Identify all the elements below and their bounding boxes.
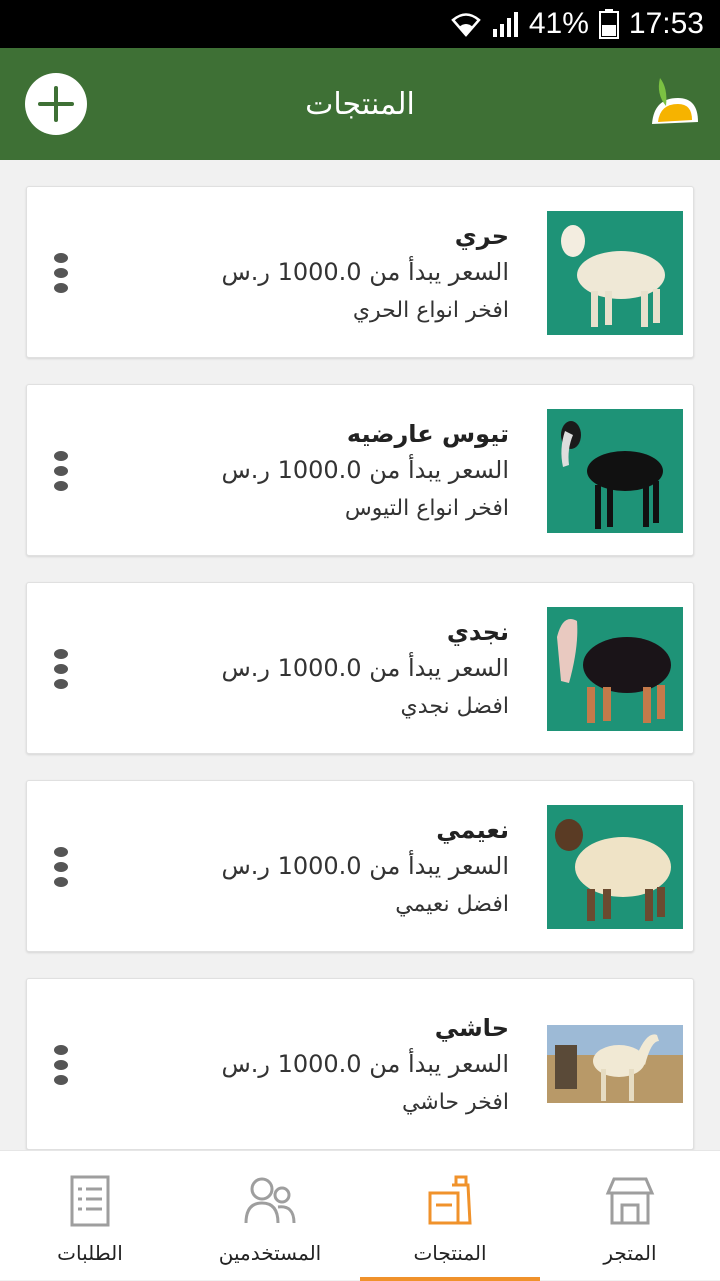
store-icon (605, 1177, 655, 1225)
bottom-navigation: الطلبات المستخدمين المنتجات المتجر (0, 1150, 720, 1281)
clock: 17:53 (628, 7, 704, 40)
product-image (547, 607, 683, 731)
products-icon (428, 1175, 472, 1225)
product-price: السعر يبدأ من 1000.0 ر.س (221, 258, 509, 286)
product-image (547, 409, 683, 533)
overflow-menu-icon[interactable] (51, 1045, 71, 1085)
overflow-menu-icon[interactable] (51, 649, 71, 689)
product-name: نجدي (446, 618, 509, 646)
product-description: افخر انواع الحري (352, 298, 509, 323)
product-card[interactable]: نجدي السعر يبدأ من 1000.0 ر.س افضل نجدي (26, 582, 694, 754)
status-bar: 41% 17:53 (0, 0, 720, 48)
nav-label: المنتجات (413, 1241, 487, 1265)
nav-store[interactable]: المتجر (540, 1151, 720, 1281)
nav-label: الطلبات (57, 1241, 123, 1265)
add-product-button[interactable] (25, 73, 87, 135)
product-image (547, 211, 683, 335)
product-name: تيوس عارضيه (346, 420, 509, 448)
product-name: نعيمي (436, 816, 509, 844)
product-card[interactable]: تيوس عارضيه السعر يبدأ من 1000.0 ر.س افخ… (26, 384, 694, 556)
product-card[interactable]: حاشي السعر يبدأ من 1000.0 ر.س افخر حاشي (26, 978, 694, 1150)
signal-icon (492, 12, 518, 37)
nav-users[interactable]: المستخدمين (180, 1151, 360, 1281)
orders-list-icon (70, 1175, 110, 1227)
product-price: السعر يبدأ من 1000.0 ر.س (221, 456, 509, 484)
product-description: افضل نجدي (400, 694, 509, 719)
app-bar: المنتجات (0, 48, 720, 160)
product-card[interactable]: حري السعر يبدأ من 1000.0 ر.س افخر انواع … (26, 186, 694, 358)
page-title: المنتجات (305, 86, 415, 122)
nav-label: المتجر (603, 1241, 657, 1265)
product-image (547, 805, 683, 929)
product-image (547, 1025, 683, 1103)
product-price: السعر يبدأ من 1000.0 ر.س (221, 1050, 509, 1078)
nav-orders[interactable]: الطلبات (0, 1151, 180, 1281)
leaf-logo-icon (652, 78, 698, 124)
overflow-menu-icon[interactable] (51, 253, 71, 293)
product-name: حاشي (434, 1014, 509, 1042)
nav-label: المستخدمين (218, 1241, 322, 1265)
overflow-menu-icon[interactable] (51, 451, 71, 491)
product-card[interactable]: نعيمي السعر يبدأ من 1000.0 ر.س افضل نعيم… (26, 780, 694, 952)
product-description: افخر انواع التيوس (344, 496, 509, 521)
battery-icon (598, 9, 619, 39)
wifi-icon (451, 13, 481, 37)
product-price: السعر يبدأ من 1000.0 ر.س (221, 654, 509, 682)
product-name: حري (454, 222, 509, 250)
product-description: افخر حاشي (401, 1090, 509, 1115)
users-icon (244, 1177, 296, 1224)
nav-products[interactable]: المنتجات (360, 1151, 540, 1281)
product-price: السعر يبدأ من 1000.0 ر.س (221, 852, 509, 880)
product-list: حري السعر يبدأ من 1000.0 ر.س افخر انواع … (26, 186, 694, 1176)
battery-percent: 41% (528, 7, 589, 40)
product-description: افضل نعيمي (395, 892, 509, 917)
overflow-menu-icon[interactable] (51, 847, 71, 887)
